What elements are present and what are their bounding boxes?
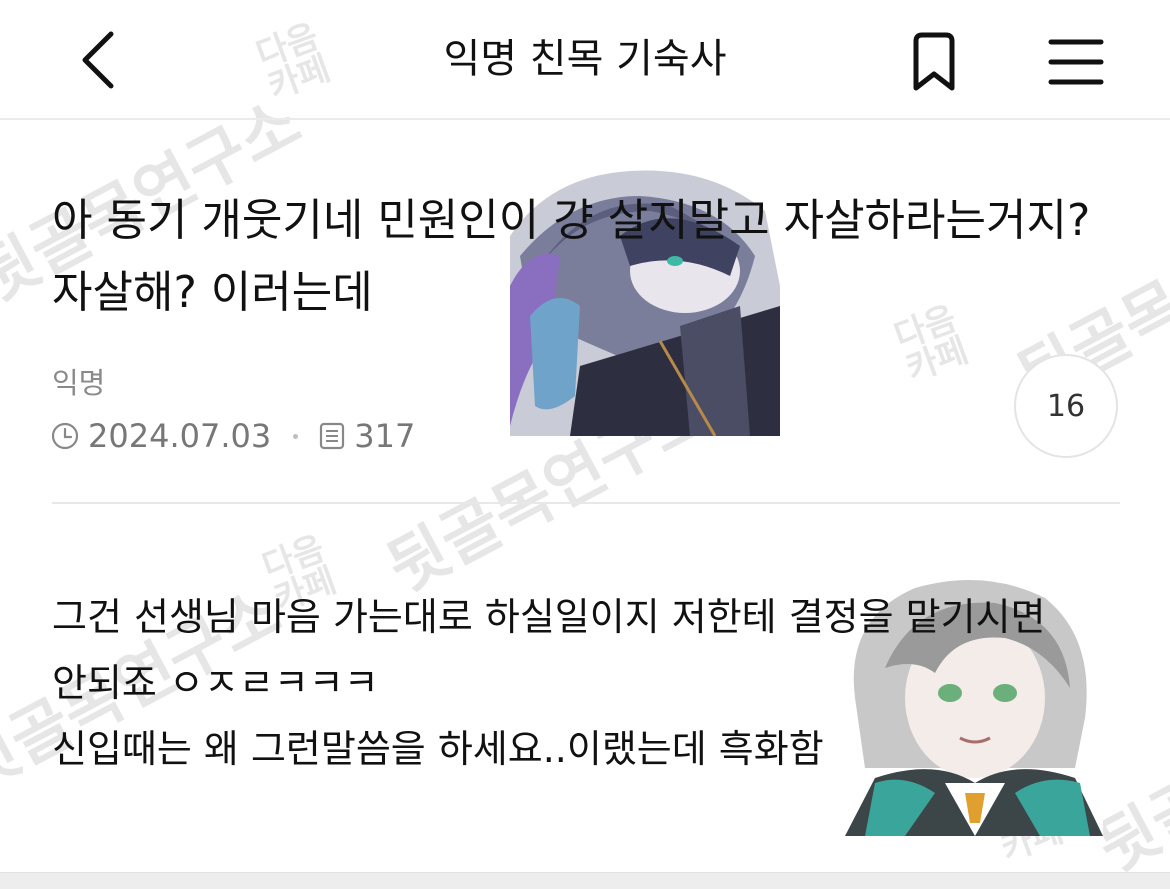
view-count: 317	[354, 417, 416, 455]
post-body: 그건 선생님 마음 가는대로 하실일이지 저한테 결정을 맡기시면 안되죠 ㅇㅈ…	[52, 584, 1142, 782]
post-title: 아 동기 개웃기네 민원인이 걍 살지말고 자살하라는거지? 자살해? 이러는데	[52, 195, 1091, 318]
bookmark-icon	[913, 32, 955, 91]
menu-button[interactable]	[1036, 24, 1116, 100]
hamburger-menu-icon	[1048, 39, 1104, 85]
bottom-bar	[0, 872, 1170, 889]
bookmark-button[interactable]	[896, 24, 972, 100]
back-button[interactable]	[62, 22, 132, 98]
body-line: 신입때는 왜 그런말씀을 하세요..이랬는데 흑화함	[52, 727, 824, 771]
comment-count-button[interactable]: 16	[1014, 354, 1118, 458]
post-date: 2024.07.03	[88, 417, 272, 455]
chevron-left-icon	[82, 31, 114, 89]
body-line: 안되죠 ㅇㅈㄹㅋㅋㅋ	[52, 661, 379, 705]
document-icon	[318, 421, 346, 451]
clock-icon	[50, 421, 80, 451]
author-name[interactable]: 익명	[52, 360, 105, 402]
post-meta: 2024.07.03 317	[50, 414, 415, 458]
section-divider	[52, 502, 1120, 504]
app-header: 익명 친목 기숙사	[0, 0, 1170, 120]
meta-separator	[293, 433, 299, 439]
page-title: 익명 친목 기숙사	[443, 36, 727, 82]
body-line: 그건 선생님 마음 가는대로 하실일이지 저한테 결정을 맡기시면	[52, 595, 1046, 639]
